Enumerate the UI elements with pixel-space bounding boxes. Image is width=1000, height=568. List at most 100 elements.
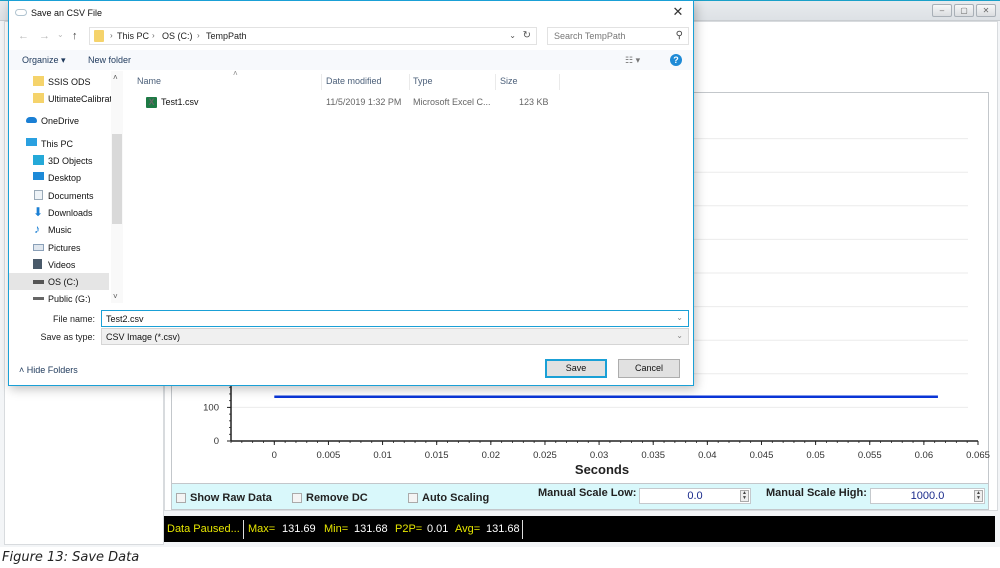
p2p-value: 0.01 xyxy=(427,523,449,535)
new-folder-button[interactable]: New folder xyxy=(88,55,131,65)
spin-arrows-icon[interactable]: ▲ ▼ xyxy=(740,490,749,502)
chevron-down-icon[interactable]: ⌄ xyxy=(509,31,516,40)
nav-item-label: Public (G:) xyxy=(48,294,91,303)
file-name-input[interactable]: Test2.csv ⌄ xyxy=(101,310,689,327)
save-type-select[interactable]: CSV Image (*.csv) ⌄ xyxy=(101,328,689,345)
up-arrow-icon[interactable]: ↑ xyxy=(72,30,78,42)
breadcrumb-temppath[interactable]: TempPath xyxy=(206,31,247,41)
nav-item-downloads[interactable]: ⬇ Downloads xyxy=(9,204,109,221)
cloud-icon xyxy=(26,117,37,123)
x-tick-label: 0.025 xyxy=(533,450,557,461)
manual-scale-high-input[interactable]: 1000.0 ▲ ▼ xyxy=(870,488,985,504)
nav-item-ssis-ods[interactable]: SSIS ODS xyxy=(9,73,109,90)
hide-folders-button[interactable]: ˄ Hide Folders xyxy=(19,365,78,375)
nav-item-public-g[interactable]: Public (G:) xyxy=(9,290,109,303)
download-icon: ⬇ xyxy=(33,205,44,219)
navigation-scrollbar[interactable]: ˄ ˅ xyxy=(111,71,123,303)
scrollbar-thumb[interactable] xyxy=(112,134,122,224)
refresh-icon[interactable]: ↻ xyxy=(523,30,531,41)
manual-scale-high-value: 1000.0 xyxy=(910,490,945,502)
file-date: 11/5/2019 1:32 PM xyxy=(326,97,402,107)
cancel-button[interactable]: Cancel xyxy=(618,359,680,378)
nav-item-os-c[interactable]: OS (C:) xyxy=(9,273,109,290)
close-window-button[interactable]: ✕ xyxy=(976,4,996,17)
back-arrow-icon[interactable]: ← xyxy=(18,30,29,42)
manual-scale-low-input[interactable]: 0.0 ▲ ▼ xyxy=(639,488,751,504)
nav-item-3d-objects[interactable]: 3D Objects xyxy=(9,152,109,169)
nav-item-pictures[interactable]: Pictures xyxy=(9,239,109,256)
save-type-row: Save as type: CSV Image (*.csv) ⌄ xyxy=(9,328,693,346)
spin-arrows-icon[interactable]: ▲ ▼ xyxy=(974,490,983,502)
save-button[interactable]: Save xyxy=(545,359,607,378)
organize-button[interactable]: Organize ▾ xyxy=(22,55,66,66)
nav-item-documents[interactable]: Documents xyxy=(9,187,109,204)
column-header-name[interactable]: Name xyxy=(137,76,161,86)
address-bar[interactable]: › This PC › OS (C:) › TempPath ⌄ ↻ xyxy=(89,27,537,45)
column-divider xyxy=(559,74,560,90)
file-name-value: Test2.csv xyxy=(106,314,144,324)
breadcrumb-os-c[interactable]: OS (C:) xyxy=(162,31,193,41)
chevron-down-icon[interactable]: ⌄ xyxy=(676,313,683,322)
breadcrumb-separator: › xyxy=(152,31,155,40)
search-input[interactable]: Search TempPath ⚲ xyxy=(547,27,689,45)
nav-item-label: This PC xyxy=(41,139,74,149)
folder-icon xyxy=(33,76,44,86)
maximize-button[interactable]: ▢ xyxy=(954,4,974,17)
navigation-pane: SSIS ODS UltimateCalibrat OneDrive This … xyxy=(9,71,123,303)
checkbox-box[interactable] xyxy=(292,493,302,503)
help-icon[interactable]: ? xyxy=(670,54,682,66)
file-name-row: File name: Test2.csv ⌄ xyxy=(9,310,693,328)
checkbox-box[interactable] xyxy=(176,493,186,503)
search-icon[interactable]: ⚲ xyxy=(676,30,683,41)
remove-dc-checkbox[interactable]: Remove DC xyxy=(292,492,368,504)
folder-icon xyxy=(94,30,104,42)
column-divider xyxy=(321,74,322,90)
auto-scaling-label: Auto Scaling xyxy=(422,492,490,504)
breadcrumb-this-pc[interactable]: This PC xyxy=(117,31,149,41)
network-drive-icon xyxy=(33,297,44,300)
recent-locations-icon[interactable]: ⌄ xyxy=(57,30,64,39)
x-tick-label: 0 xyxy=(272,450,277,461)
y-tick-label: 100 xyxy=(203,402,219,413)
desktop-icon xyxy=(33,172,44,180)
column-header-type[interactable]: Type xyxy=(413,76,433,86)
checkbox-box[interactable] xyxy=(408,493,418,503)
show-raw-data-checkbox[interactable]: Show Raw Data xyxy=(176,492,272,504)
x-tick-label: 0.065 xyxy=(966,450,990,461)
video-icon xyxy=(33,259,42,269)
drive-icon xyxy=(33,280,44,284)
x-tick-label: 0.015 xyxy=(425,450,449,461)
avg-value: 131.68 xyxy=(486,523,520,535)
nav-item-desktop[interactable]: Desktop xyxy=(9,169,109,186)
file-row[interactable]: X Test1.csv 11/5/2019 1:32 PM Microsoft … xyxy=(133,93,563,111)
auto-scaling-checkbox[interactable]: Auto Scaling xyxy=(408,492,489,504)
column-header-date-modified[interactable]: Date modified xyxy=(326,76,382,86)
nav-item-ultimatecalibrat[interactable]: UltimateCalibrat xyxy=(9,90,112,107)
nav-item-videos[interactable]: Videos xyxy=(9,256,109,273)
nav-item-label: Downloads xyxy=(48,208,93,218)
chevron-down-icon[interactable]: ⌄ xyxy=(676,331,683,340)
save-type-label: Save as type: xyxy=(40,332,95,342)
x-tick-label: 0.06 xyxy=(915,450,934,461)
scroll-down-icon[interactable]: ˅ xyxy=(113,292,118,301)
column-header-size[interactable]: Size xyxy=(500,76,518,86)
breadcrumb-separator: › xyxy=(197,31,200,40)
nav-item-music[interactable]: ♪ Music xyxy=(9,221,109,238)
view-options-icon[interactable]: ☷ ▾ xyxy=(625,55,640,66)
chevron-up-icon: ˄ xyxy=(19,365,27,375)
minimize-button[interactable]: – xyxy=(932,4,952,17)
x-tick-label: 0.045 xyxy=(750,450,774,461)
nav-item-onedrive[interactable]: OneDrive xyxy=(9,112,109,129)
nav-item-this-pc[interactable]: This PC xyxy=(9,135,109,152)
figure-caption: Figure 13: Save Data xyxy=(2,550,140,565)
x-tick-label: 0.01 xyxy=(373,450,392,461)
document-icon xyxy=(34,190,43,200)
computer-icon xyxy=(26,138,37,146)
nav-item-label: Pictures xyxy=(48,243,81,253)
file-name: Test1.csv xyxy=(161,97,199,107)
scroll-up-icon[interactable]: ˄ xyxy=(113,73,118,82)
nav-item-label: Music xyxy=(48,225,72,235)
forward-arrow-icon[interactable]: → xyxy=(39,30,50,42)
dialog-app-icon xyxy=(15,9,27,16)
dialog-close-button[interactable]: ✕ xyxy=(669,4,687,20)
